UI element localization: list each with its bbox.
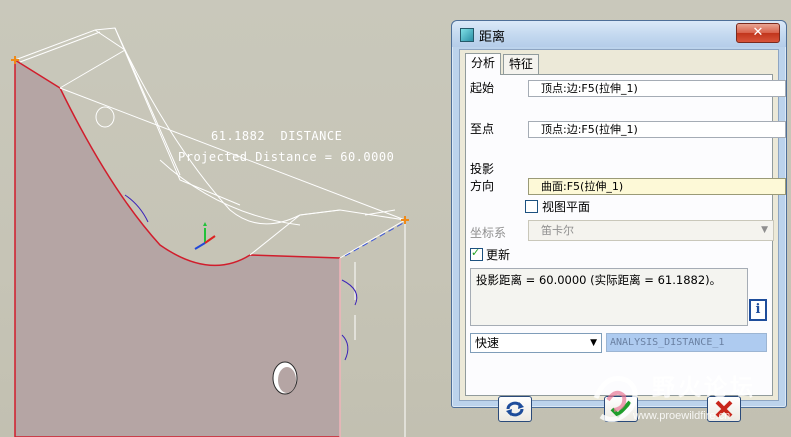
update-checkbox[interactable]	[470, 246, 483, 261]
mode-value: 快速	[475, 336, 500, 350]
close-button[interactable]: ✕	[736, 23, 780, 43]
from-label: 起始	[470, 81, 495, 95]
projected-distance-label: Projected Distance = 60.0000	[178, 150, 395, 164]
close-icon	[715, 400, 733, 418]
check-icon	[610, 400, 632, 418]
ok-button[interactable]	[604, 396, 638, 422]
to-label: 至点	[470, 122, 495, 136]
result-text-box: 投影距离 = 60.0000 (实际距离 = 61.1882)。	[470, 268, 748, 326]
measure-label: 61.1882 DISTANCE	[211, 129, 343, 143]
coord-value: 笛卡尔	[541, 224, 574, 237]
direction-label: 方向	[470, 179, 495, 193]
mode-select[interactable]: 快速 ▼	[470, 333, 602, 353]
dialog-title: 距离	[479, 30, 506, 45]
coord-select: 笛卡尔 ▼	[528, 220, 774, 241]
analysis-panel: 起始 顶点:边:F5(拉伸_1) 至点 顶点:边:F5(拉伸_1) 投影 方向 …	[465, 74, 786, 396]
update-label: 更新	[486, 248, 511, 262]
tab-analysis[interactable]: 分析	[465, 53, 502, 75]
view-plane-label: 视图平面	[542, 200, 591, 214]
tab-feature[interactable]: 特征	[503, 54, 540, 74]
chevron-down-icon: ▼	[761, 225, 768, 235]
refresh-icon	[506, 401, 524, 417]
axis-triad-icon	[194, 222, 216, 250]
from-field[interactable]: 顶点:边:F5(拉伸_1)	[528, 80, 786, 97]
chevron-down-icon: ▼	[590, 338, 597, 348]
repeat-button[interactable]	[498, 396, 532, 422]
distance-dialog: 距离 ✕ 分析 特征 起始 顶点:边:F5(拉伸_1) 至点 顶点:边:F5(拉…	[451, 20, 787, 422]
coord-label: 坐标系	[470, 226, 507, 240]
view-plane-checkbox[interactable]	[525, 200, 538, 213]
projection-field[interactable]: 曲面:F5(拉伸_1)	[528, 178, 786, 195]
info-icon[interactable]: i	[749, 299, 767, 321]
app-icon	[460, 28, 474, 42]
dialog-titlebar[interactable]: 距离 ✕	[452, 21, 786, 47]
result-text: 投影距离 = 60.0000 (实际距离 = 61.1882)。	[476, 273, 722, 287]
projection-label: 投影	[470, 162, 495, 176]
to-field[interactable]: 顶点:边:F5(拉伸_1)	[528, 121, 786, 138]
dialog-client: 分析 特征 起始 顶点:边:F5(拉伸_1) 至点 顶点:边:F5(拉伸_1) …	[459, 49, 786, 422]
cancel-button[interactable]	[707, 396, 741, 422]
analysis-name-field[interactable]: ANALYSIS_DISTANCE_1	[606, 333, 767, 352]
